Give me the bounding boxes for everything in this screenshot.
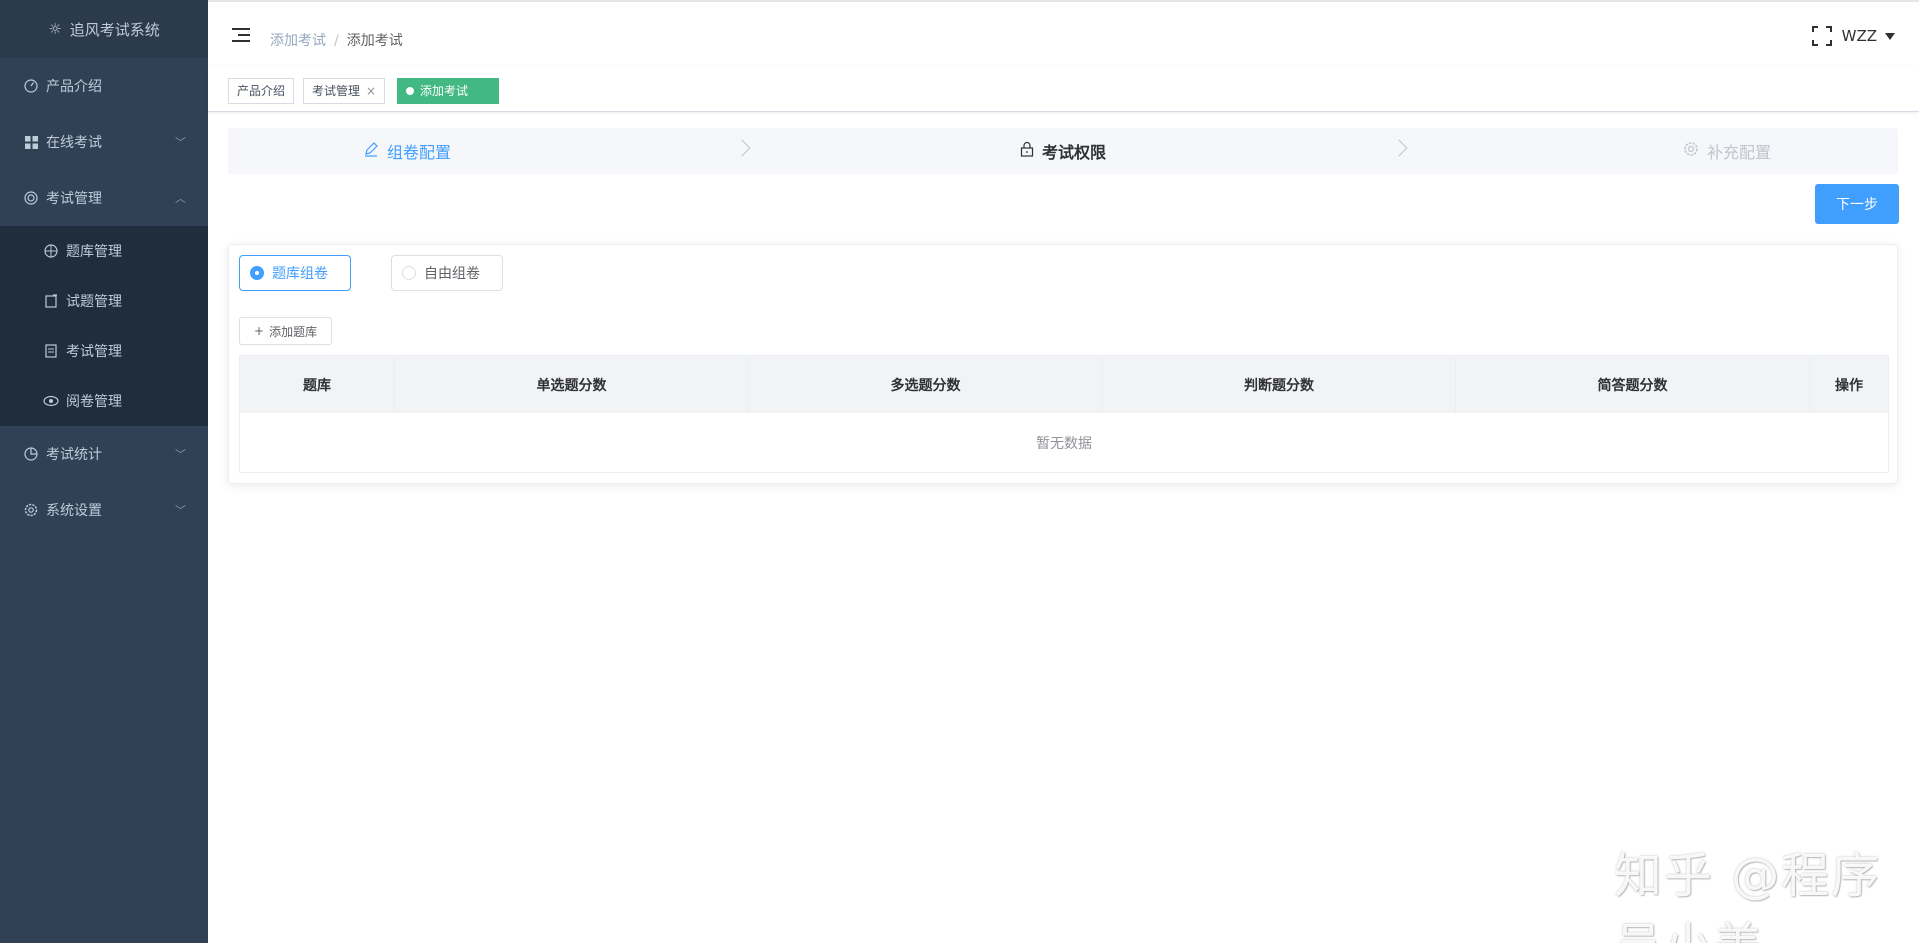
sidebar-item-label: 考试管理 <box>46 191 102 207</box>
logo[interactable]: ☼ 追风考试系统 <box>0 0 208 58</box>
radio-label: 自由组卷 <box>424 266 480 282</box>
lifebuoy-icon <box>22 191 40 205</box>
sidebar-item-label: 考试统计 <box>46 447 102 463</box>
close-icon[interactable]: × <box>366 79 376 103</box>
step-separator-icon <box>733 139 751 157</box>
sidebar-item-system-settings[interactable]: 系统设置 ﹀ <box>0 482 208 538</box>
breadcrumb: 添加考试 / 添加考试 <box>270 33 403 49</box>
sidebar-item-label: 在线考试 <box>46 135 102 151</box>
tag-exam-management[interactable]: 考试管理 × <box>303 78 386 104</box>
gear-icon <box>1683 141 1699 161</box>
logo-title: 追风考试系统 <box>69 20 160 39</box>
step-label: 组卷配置 <box>387 143 452 162</box>
table-header-cell: 判断题分数 <box>1103 356 1456 413</box>
question-bank-table: 题库 单选题分数 多选题分数 判断题分数 简答题分数 操作 暂无数据 <box>239 355 1889 473</box>
sun-icon: ☼ <box>48 20 62 38</box>
tag-product-intro[interactable]: 产品介绍 <box>228 78 295 104</box>
add-question-bank-button[interactable]: + 添加题库 <box>239 317 333 345</box>
sidebar-item-label: 系统设置 <box>46 503 102 519</box>
hamburger-icon[interactable] <box>232 28 250 42</box>
table-header-cell: 多选题分数 <box>749 356 1103 413</box>
radio-checked-icon <box>250 266 264 280</box>
chevron-down-icon: ﹀ <box>175 136 186 149</box>
sidebar-subitem-question-bank[interactable]: 题库管理 <box>0 226 208 276</box>
caret-down-icon <box>1885 32 1895 40</box>
list-doc-icon <box>42 344 60 358</box>
tags-view: 产品介绍 考试管理 × 添加考试 <box>208 66 1919 112</box>
sidebar-item-label: 考试管理 <box>66 344 122 360</box>
table-header-cell: 简答题分数 <box>1456 356 1810 413</box>
paper-config-card: 题库组卷 自由组卷 + 添加题库 题库 单选题分数 多选题分数 判断题分数 简答… <box>228 244 1898 484</box>
next-step-button[interactable]: 下一步 <box>1815 184 1899 224</box>
step-supplementary-config[interactable]: 补充配置 <box>1683 128 1771 174</box>
doc-edit-icon <box>42 294 60 308</box>
grid-icon <box>22 135 40 149</box>
sidebar-item-exam-statistics[interactable]: 考试统计 ﹀ <box>0 426 208 482</box>
sidebar-subitem-exam-management[interactable]: 考试管理 <box>0 326 208 376</box>
pie-chart-icon <box>22 447 40 461</box>
breadcrumb-current: 添加考试 <box>346 33 403 49</box>
table-empty-text: 暂无数据 <box>1036 436 1092 452</box>
sidebar-item-label: 产品介绍 <box>46 79 102 95</box>
table-header-cell: 题库 <box>240 356 395 413</box>
radio-label: 题库组卷 <box>272 266 328 282</box>
radio-free-compose[interactable]: 自由组卷 <box>391 255 503 291</box>
main-area: 添加考试 / 添加考试 WZZ 产品介绍 考试管理 × 添加考试 组卷配置 考试… <box>208 0 1919 943</box>
user-dropdown[interactable]: WZZ <box>1842 27 1895 45</box>
steps-bar: 组卷配置 考试权限 补充配置 <box>228 128 1898 174</box>
plus-icon: + <box>254 324 265 338</box>
table-header: 题库 单选题分数 多选题分数 判断题分数 简答题分数 操作 <box>240 356 1888 413</box>
eye-icon <box>42 395 60 407</box>
add-button-label: 添加题库 <box>269 324 318 339</box>
sidebar-item-label: 阅卷管理 <box>66 394 122 410</box>
fullscreen-icon[interactable] <box>1811 26 1832 46</box>
tag-add-exam[interactable]: 添加考试 <box>397 78 499 104</box>
gear-icon <box>22 503 40 517</box>
radio-unchecked-icon <box>402 266 416 280</box>
step-paper-config[interactable]: 组卷配置 <box>363 128 451 174</box>
sidebar: ☼ 追风考试系统 产品介绍 在线考试 ﹀ 考试管理 ︿ 题库管理 试题管理 考试… <box>0 0 208 943</box>
radio-bank-compose[interactable]: 题库组卷 <box>239 255 351 291</box>
sidebar-item-label: 试题管理 <box>66 294 122 310</box>
right-menu: WZZ <box>1811 26 1895 46</box>
sidebar-subitem-question-management[interactable]: 试题管理 <box>0 276 208 326</box>
tag-label: 考试管理 <box>312 84 361 98</box>
breadcrumb-item[interactable]: 添加考试 <box>270 33 326 49</box>
navbar: 添加考试 / 添加考试 WZZ <box>208 0 1919 66</box>
chevron-up-icon: ︿ <box>175 192 186 205</box>
step-label: 考试权限 <box>1042 143 1107 162</box>
chevron-down-icon: ﹀ <box>175 504 186 517</box>
sidebar-item-exam-management[interactable]: 考试管理 ︿ <box>0 170 208 226</box>
step-exam-permission[interactable]: 考试权限 <box>1020 128 1106 174</box>
tag-label: 添加考试 <box>420 84 469 98</box>
step-label: 补充配置 <box>1707 143 1772 162</box>
table-header-cell: 操作 <box>1835 377 1863 394</box>
tag-label: 产品介绍 <box>237 84 286 98</box>
chevron-down-icon: ﹀ <box>175 448 186 461</box>
watermark: 知乎 @程序员小美 <box>1614 848 1882 943</box>
step-separator-icon <box>1390 139 1408 157</box>
dashboard-icon <box>22 79 40 93</box>
sidebar-subitem-marking[interactable]: 阅卷管理 <box>0 376 208 426</box>
sidebar-item-label: 题库管理 <box>66 244 122 260</box>
edit-icon <box>363 141 379 161</box>
lock-icon <box>1020 141 1034 161</box>
active-dot-icon <box>406 87 414 95</box>
target-icon <box>42 244 60 258</box>
username: WZZ <box>1841 27 1877 45</box>
table-header-cell: 单选题分数 <box>395 356 749 413</box>
sidebar-item-online-exam[interactable]: 在线考试 ﹀ <box>0 114 208 170</box>
sidebar-item-product-intro[interactable]: 产品介绍 <box>0 58 208 114</box>
